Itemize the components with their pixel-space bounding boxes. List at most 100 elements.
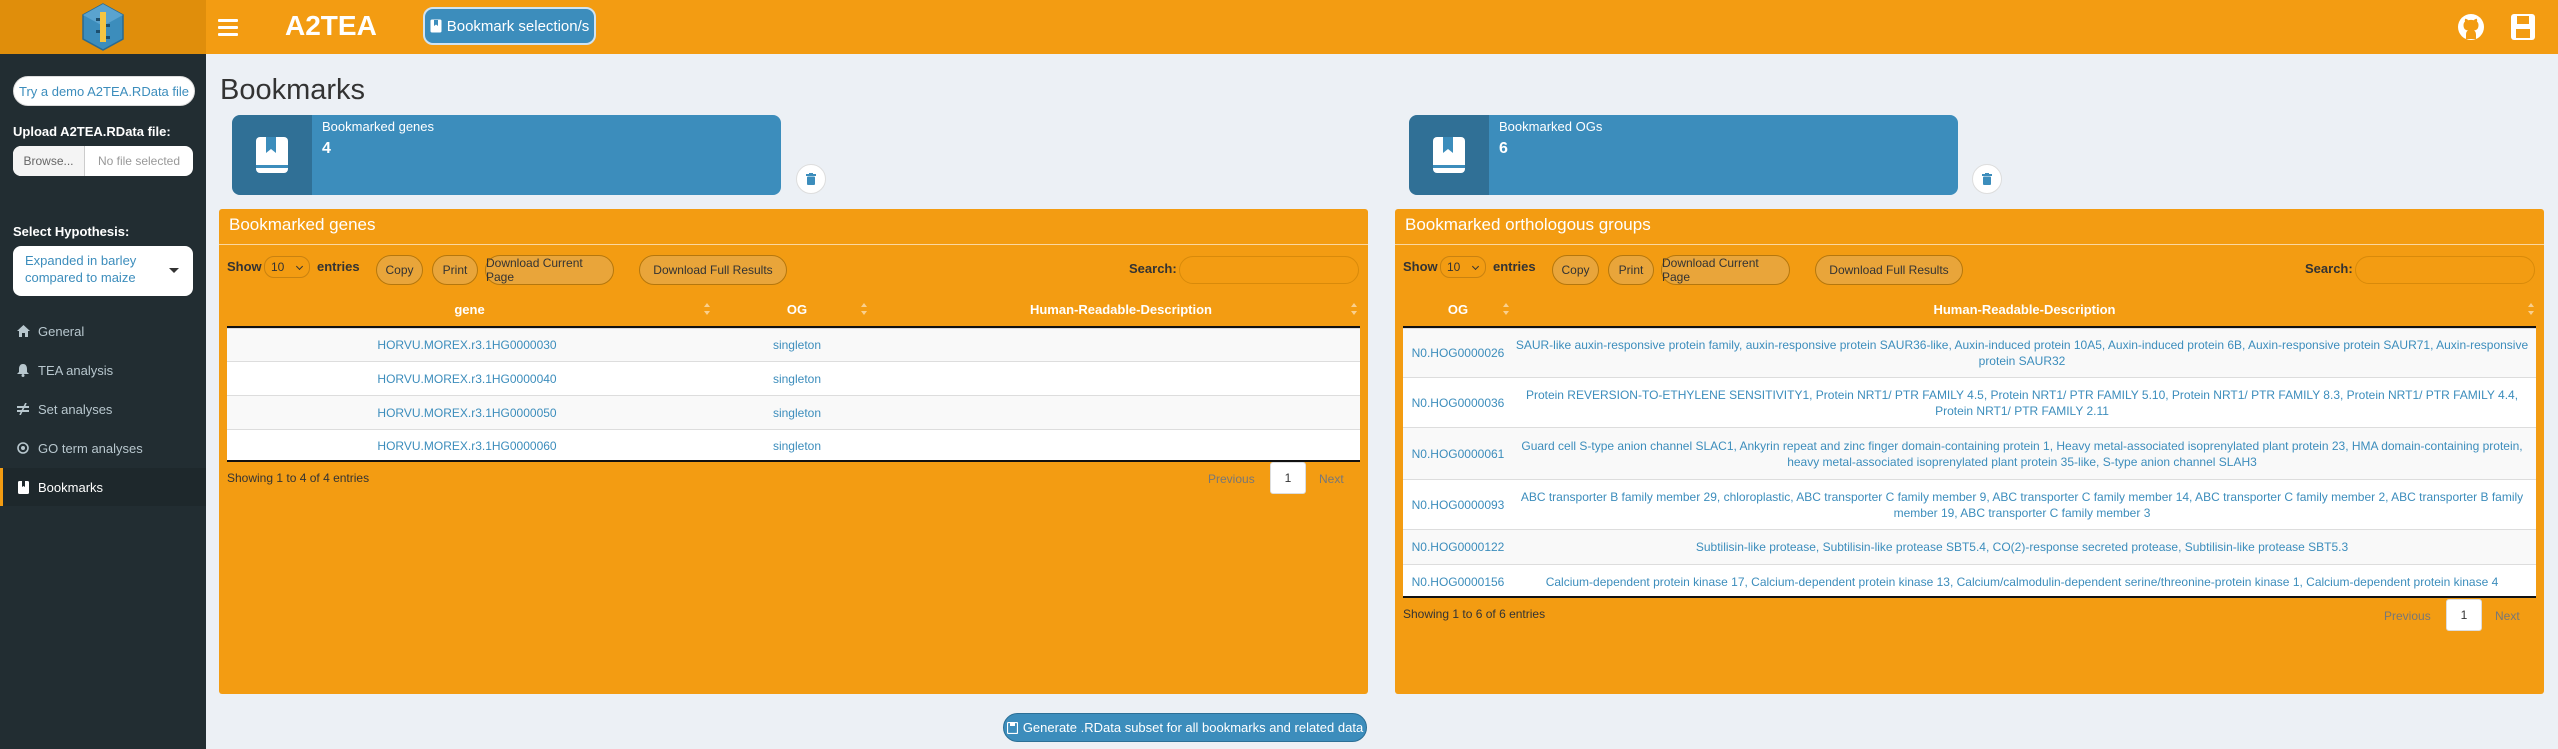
next-page-button[interactable]: Next <box>2495 609 2520 623</box>
table-row: N0.HOG0000093 ABC transporter B family m… <box>1403 479 2536 529</box>
sort-icon <box>861 303 868 315</box>
og-link[interactable]: singleton <box>747 405 847 421</box>
show-label: Show <box>1403 259 1438 274</box>
panel-divider <box>219 244 1368 245</box>
og-description: Guard cell S-type anion channel SLAC1, A… <box>1521 438 2523 469</box>
og-link[interactable]: singleton <box>747 371 847 387</box>
entries-select[interactable]: 10 <box>1440 256 1486 278</box>
table-row: HORVU.MOREX.r3.1HG0000060 singleton <box>227 429 1360 462</box>
search-label: Search: <box>2305 261 2353 276</box>
previous-page-button[interactable]: Previous <box>1208 472 1255 486</box>
bookmark-selection-button[interactable]: Bookmark selection/s <box>423 7 596 45</box>
search-input[interactable] <box>2355 256 2535 284</box>
column-header-label: OG <box>1447 301 1469 317</box>
table-row: N0.HOG0000122 Subtilisin-like protease, … <box>1403 529 2536 564</box>
page-number-button[interactable]: 1 <box>2446 599 2482 631</box>
browse-button[interactable]: Browse... <box>13 146 85 176</box>
page-number-button[interactable]: 1 <box>1270 462 1306 494</box>
menu-item-tea-analysis[interactable]: TEA analysis <box>0 351 206 389</box>
search-input[interactable] <box>1179 256 1359 284</box>
gene-id-link[interactable]: HORVU.MOREX.r3.1HG0000060 <box>377 438 557 454</box>
menu-item-bookmarks[interactable]: Bookmarks <box>0 468 206 506</box>
column-header-label: gene <box>454 301 485 317</box>
gene-id-link[interactable]: HORVU.MOREX.r3.1HG0000050 <box>377 405 557 421</box>
og-link[interactable]: N0.HOG0000093 <box>1403 497 1513 513</box>
ogs-table-body: N0.HOG0000026 SAUR-like auxin-responsive… <box>1403 326 2536 598</box>
copy-button[interactable]: Copy <box>1552 255 1599 285</box>
print-button[interactable]: Print <box>1608 255 1654 285</box>
gene-id-link[interactable]: HORVU.MOREX.r3.1HG0000030 <box>377 337 557 353</box>
og-link[interactable]: singleton <box>747 438 847 454</box>
og-link[interactable]: N0.HOG0000156 <box>1403 574 1513 590</box>
download-current-page-button[interactable]: Download Current Page <box>485 255 614 285</box>
panel-title: Bookmarked genes <box>229 215 376 234</box>
og-link[interactable]: N0.HOG0000036 <box>1403 395 1513 411</box>
bookmarked-genes-panel: Bookmarked genes Show 10 entries Copy Pr… <box>219 209 1368 694</box>
demo-file-button[interactable]: Try a demo A2TEA.RData file <box>13 76 195 106</box>
menu-item-general[interactable]: General <box>0 312 206 350</box>
table-row: HORVU.MOREX.r3.1HG0000030 singleton <box>227 328 1360 361</box>
copy-button[interactable]: Copy <box>376 255 423 285</box>
gene-id-link[interactable]: HORVU.MOREX.r3.1HG0000040 <box>377 371 557 387</box>
menu-item-go-term-analyses[interactable]: GO term analyses <box>0 429 206 467</box>
book-icon <box>1409 115 1489 195</box>
og-link[interactable]: N0.HOG0000122 <box>1403 539 1513 555</box>
menu-item-label: General <box>38 323 85 339</box>
bookmark-selection-label: Bookmark selection/s <box>446 17 590 35</box>
app-logo[interactable] <box>0 0 206 54</box>
column-header-label: Human-Readable-Description <box>1933 301 2116 317</box>
clear-genes-bookmarks-button[interactable] <box>796 164 826 194</box>
table-row: N0.HOG0000156 Calcium-dependent protein … <box>1403 564 2536 598</box>
table-row: HORVU.MOREX.r3.1HG0000040 singleton <box>227 361 1360 395</box>
column-header-gene[interactable]: gene <box>227 295 712 323</box>
print-button[interactable]: Print <box>432 255 478 285</box>
github-icon[interactable] <box>2457 13 2485 41</box>
og-link[interactable]: singleton <box>747 337 847 353</box>
menu-item-label: Set analyses <box>38 401 113 417</box>
table-row: N0.HOG0000036 Protein REVERSION-TO-ETHYL… <box>1403 377 2536 427</box>
info-box-count: 4 <box>322 140 331 157</box>
bookmarked-ogs-panel: Bookmarked orthologous groups Show 10 en… <box>1395 209 2544 694</box>
show-label: Show <box>227 259 262 274</box>
hypothesis-label: Select Hypothesis: <box>13 224 130 239</box>
bookmark-icon <box>430 19 442 33</box>
og-link[interactable]: N0.HOG0000026 <box>1403 345 1513 361</box>
download-full-results-button[interactable]: Download Full Results <box>1815 255 1963 285</box>
menu-item-set-analyses[interactable]: Set analyses <box>0 390 206 428</box>
trash-icon <box>806 173 816 185</box>
bookmark-icon <box>16 480 30 494</box>
info-box-label: Bookmarked genes <box>322 119 435 134</box>
previous-page-button[interactable]: Previous <box>2384 609 2431 623</box>
hypothesis-value: Expanded in barley compared to maize <box>25 253 137 285</box>
hexagon-logo-icon <box>82 3 124 51</box>
download-current-page-button[interactable]: Download Current Page <box>1661 255 1790 285</box>
clear-ogs-bookmarks-button[interactable] <box>1972 164 2002 194</box>
download-full-results-button[interactable]: Download Full Results <box>639 255 787 285</box>
column-header-label: Human-Readable-Description <box>1029 301 1213 317</box>
column-header-og[interactable]: OG <box>712 295 882 323</box>
hypothesis-select[interactable]: Expanded in barley compared to maize <box>13 246 193 296</box>
column-header-description[interactable]: Human-Readable-Description <box>882 295 1360 323</box>
entries-label: entries <box>1493 259 1536 274</box>
table-info: Showing 1 to 4 of 4 entries <box>227 471 370 485</box>
og-link[interactable]: N0.HOG0000061 <box>1403 446 1513 462</box>
column-header-og[interactable]: OG <box>1403 295 1513 323</box>
next-page-button[interactable]: Next <box>1319 472 1344 486</box>
sort-icon <box>704 303 711 315</box>
hamburger-line <box>218 32 238 36</box>
app-title: A2TEA <box>285 10 377 41</box>
table-header: gene OG Human-Readable-Description <box>227 295 1360 323</box>
book-icon <box>232 115 312 195</box>
genes-table-body: HORVU.MOREX.r3.1HG0000030 singleton HORV… <box>227 326 1360 462</box>
og-description: Protein REVERSION-TO-ETHYLENE SENSITIVIT… <box>1525 387 2519 418</box>
entries-select[interactable]: 10 <box>264 256 310 278</box>
table-row: HORVU.MOREX.r3.1HG0000050 singleton <box>227 395 1360 429</box>
bookmarked-ogs-box: Bookmarked OGs 6 <box>1409 115 1958 195</box>
sidebar-toggle-button[interactable] <box>218 14 242 40</box>
column-header-description[interactable]: Human-Readable-Description <box>1513 295 2536 323</box>
generate-rdata-subset-button[interactable]: Generate .RData subset for all bookmarks… <box>1003 713 1367 742</box>
upload-label: Upload A2TEA.RData file: <box>13 124 171 139</box>
file-upload-control[interactable]: Browse... No file selected <box>13 146 193 176</box>
save-icon[interactable] <box>2510 13 2538 41</box>
sidebar: Try a demo A2TEA.RData file Upload A2TEA… <box>0 54 206 749</box>
